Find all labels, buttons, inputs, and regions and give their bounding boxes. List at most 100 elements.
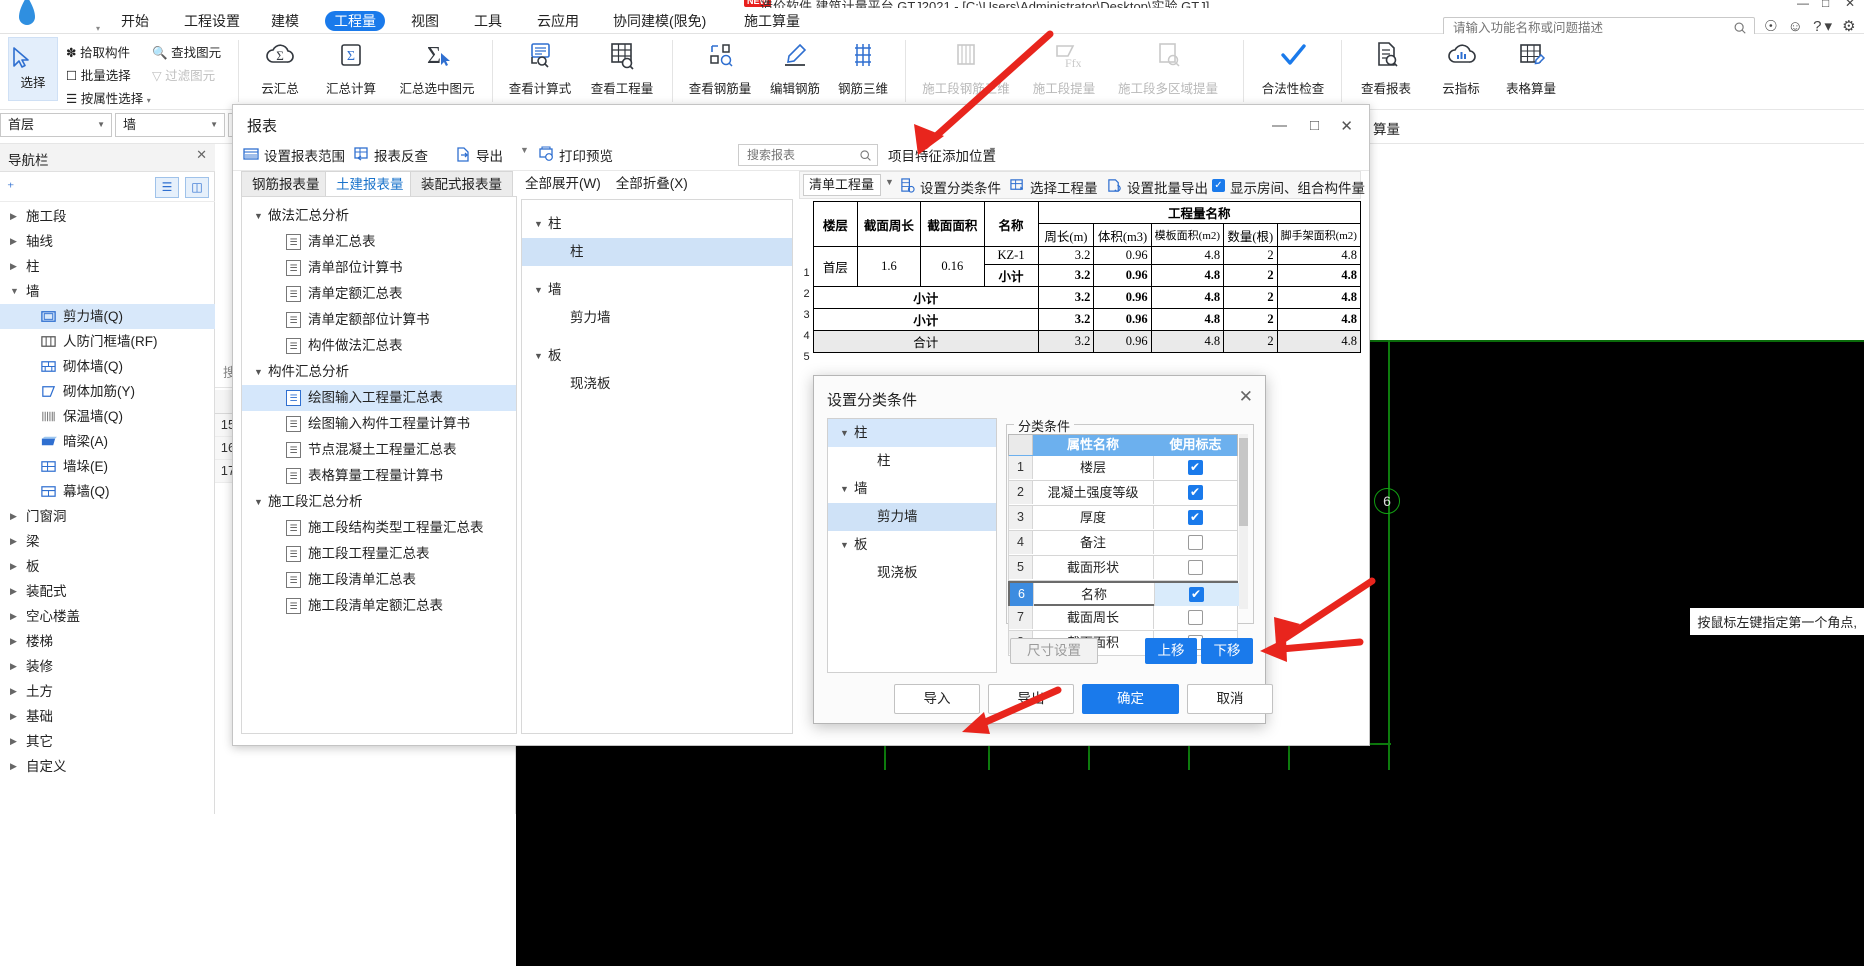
use-flag-cell[interactable] [1153,531,1238,554]
table-row[interactable]: 合计 3.2 0.96 4.8 2 4.8 [813,330,1361,353]
select-quantity-button[interactable]: 选择工程量 [1030,177,1098,197]
attr-select-command[interactable]: ☰ 按属性选择 ▾ [66,88,151,107]
chevron-down-icon[interactable]: ▼ [885,177,894,187]
report-search-input[interactable] [745,146,850,164]
ribbon-btn-sum-selected[interactable]: Σ 汇总选中图元 [387,38,487,97]
select-tool-button[interactable]: 选择 [8,37,58,101]
import-button[interactable]: 导入 [894,684,980,714]
sidebar-item-axis[interactable]: ▶ 轴线 [0,229,215,254]
table-row[interactable]: 6 名称 [1008,581,1239,606]
quick-access-caret-icon[interactable]: ▾ [96,24,100,33]
ribbon-btn-cloud-sum[interactable]: Σ 云汇总 [245,38,315,97]
report-item-seg-list-quota-summary[interactable]: ☰ 施工段清单定额汇总表 [242,593,516,619]
table-row[interactable]: 1 楼层 [1008,456,1238,481]
sidebar-item-masonry-rebar[interactable]: 砌体加筋(Y) [0,379,215,404]
tab-prefab-report[interactable]: 装配式报表量 [410,171,513,197]
checkbox[interactable] [1188,459,1203,475]
sidebar-item-hidden-beam[interactable]: 暗梁(A) [0,429,215,454]
checkbox[interactable] [1188,509,1203,525]
menu-item-0[interactable]: 开始 [112,11,158,31]
report-item-list-location[interactable]: ☰ 清单部位计算书 [242,255,516,281]
menu-item-5[interactable]: 工具 [465,11,511,31]
report-maximize-button[interactable]: □ [1310,117,1319,134]
report-item-draw-component-calc[interactable]: ☰ 绘图输入构件工程量计算书 [242,411,516,437]
report-item-component-method[interactable]: ☰ 构件做法汇总表 [242,333,516,359]
menu-item-7[interactable]: 协同建模(限免) [604,11,715,31]
mid-item-cast-slab[interactable]: 现浇板 [522,370,792,398]
report-item-draw-quantity-summary[interactable]: ☰ 绘图输入工程量汇总表 [242,385,516,411]
size-setting-button[interactable]: 尺寸设置 [1010,638,1098,664]
batch-export-button[interactable]: 设置批量导出 [1127,177,1208,197]
report-item-list-summary[interactable]: ☰ 清单汇总表 [242,229,516,255]
sidebar-item-door-frame-wall[interactable]: 人防门框墙(RF) [0,329,215,354]
checkbox[interactable] [1189,586,1204,602]
use-flag-cell[interactable] [1153,606,1238,629]
checkbox[interactable] [1188,535,1203,550]
expand-all-button[interactable]: 全部展开(W) [525,176,601,191]
sidebar-item-stair[interactable]: ▶ 楼梯 [0,629,215,654]
checkbox[interactable] [1188,610,1203,625]
report-item-seg-structure-type[interactable]: ☰ 施工段结构类型工程量汇总表 [242,515,516,541]
dialog-item-cast-slab[interactable]: 现浇板 [828,559,996,587]
table-row[interactable]: 2 混凝土强度等级 [1008,481,1238,506]
report-trace-button[interactable]: 报表反查 [374,145,428,165]
chevron-down-icon[interactable]: ▾ [147,96,151,105]
use-flag-cell[interactable] [1153,481,1238,504]
menu-item-6[interactable]: 云应用 [528,11,588,31]
quantity-type-select[interactable]: 清单工程量 [803,174,881,196]
report-group-segment[interactable]: ▼ 施工段汇总分析 [242,489,516,515]
ribbon-btn-validity-check[interactable]: 合法性检查 [1250,38,1336,97]
sidebar-item-curtain-wall[interactable]: 幕墙(Q) [0,479,215,504]
sidebar-item-construction-segment[interactable]: ▶ 施工段 [0,204,215,229]
report-range-button[interactable]: 设置报表范围 [264,145,345,165]
collapse-all-button[interactable]: 全部折叠(X) [616,176,688,191]
report-item-node-concrete[interactable]: ☰ 节点混凝土工程量汇总表 [242,437,516,463]
ribbon-btn-view-formula[interactable]: 查看计算式 [500,38,580,97]
sidebar-item-door-window-hole[interactable]: ▶ 门窗洞 [0,504,215,529]
floor-select[interactable]: 首层 ▼ [0,113,112,137]
sidebar-item-other[interactable]: ▶ 其它 [0,729,215,754]
feature-position-label[interactable]: 项目特征添加位置 [888,145,996,165]
table-row[interactable]: 首层 1.6 0.16 KZ-1 3.2 0.96 4.8 2 4.8 [813,246,1361,287]
report-search-box[interactable] [738,144,878,166]
report-group-method[interactable]: ▼ 做法汇总分析 [242,203,516,229]
export-button[interactable]: 导出 [476,145,503,165]
ribbon-btn-table-quantity[interactable]: 表格算量 [1498,38,1564,97]
tab-rebar-report[interactable]: 钢筋报表量 [241,171,331,197]
detail-view-icon[interactable]: ◫ [185,177,209,198]
report-item-list-quota-location[interactable]: ☰ 清单定额部位计算书 [242,307,516,333]
table-row[interactable]: 3 厚度 [1008,506,1238,531]
sidebar-item-insulation-wall[interactable]: 保温墙(Q) [0,404,215,429]
mid-group-slab[interactable]: ▼ 板 [522,342,792,370]
chevron-down-icon[interactable]: ▼ [988,145,997,155]
sidebar-item-earthwork[interactable]: ▶ 土方 [0,679,215,704]
menu-item-1[interactable]: 工程设置 [175,11,249,31]
mid-item-column[interactable]: 柱 [522,238,792,266]
add-icon[interactable]: ⁺ [7,179,14,196]
tab-civil-report[interactable]: 土建报表量 [325,171,415,197]
ok-button[interactable]: 确定 [1082,684,1179,714]
use-flag-cell[interactable] [1153,556,1238,579]
dialog-group-wall[interactable]: ▼ 墙 [828,475,996,503]
mid-item-shear-wall[interactable]: 剪力墙 [522,304,792,332]
ribbon-btn-view-rebar[interactable]: 查看钢筋量 [680,38,760,97]
report-item-seg-quantity-summary[interactable]: ☰ 施工段工程量汇总表 [242,541,516,567]
quick-access-toolbar[interactable]: ▭ ▭ ▭ ↗ ↖ ▣ ⬚ ⬚ ⬚ ▣ ⊞ ⊣ ▥ ⬓ ⚑ ▾ [40,0,428,1]
show-room-checkbox[interactable]: ✓ [1212,179,1225,192]
sidebar-item-foundation[interactable]: ▶ 基础 [0,704,215,729]
sidebar-item-prefab[interactable]: ▶ 装配式 [0,579,215,604]
ribbon-btn-edit-rebar[interactable]: 编辑钢筋 [762,38,828,97]
menu-item-8[interactable]: 施工算量 [735,11,809,31]
report-table-area[interactable]: 1 2 3 4 5 楼层 截面周长 截面面积 名称 工程量名称 周长(m) 体积… [799,201,1361,366]
chevron-down-icon[interactable]: ▼ [520,145,529,155]
report-item-table-quantity-calc[interactable]: ☰ 表格算量工程量计算书 [242,463,516,489]
move-down-button[interactable]: 下移 [1201,638,1253,664]
report-item-list-quota-summary[interactable]: ☰ 清单定额汇总表 [242,281,516,307]
scrollbar-thumb[interactable] [1239,438,1248,526]
mid-group-column[interactable]: ▼ 柱 [522,210,792,238]
sidebar-item-masonry-wall[interactable]: 砌体墙(Q) [0,354,215,379]
export-button[interactable]: 导出 [988,684,1074,714]
report-minimize-button[interactable]: — [1272,117,1287,134]
top-right-icons[interactable]: ☉ ☺ ?▾ ⚙ [1764,17,1859,35]
component-type-select[interactable]: 墙 ▼ [115,113,225,137]
